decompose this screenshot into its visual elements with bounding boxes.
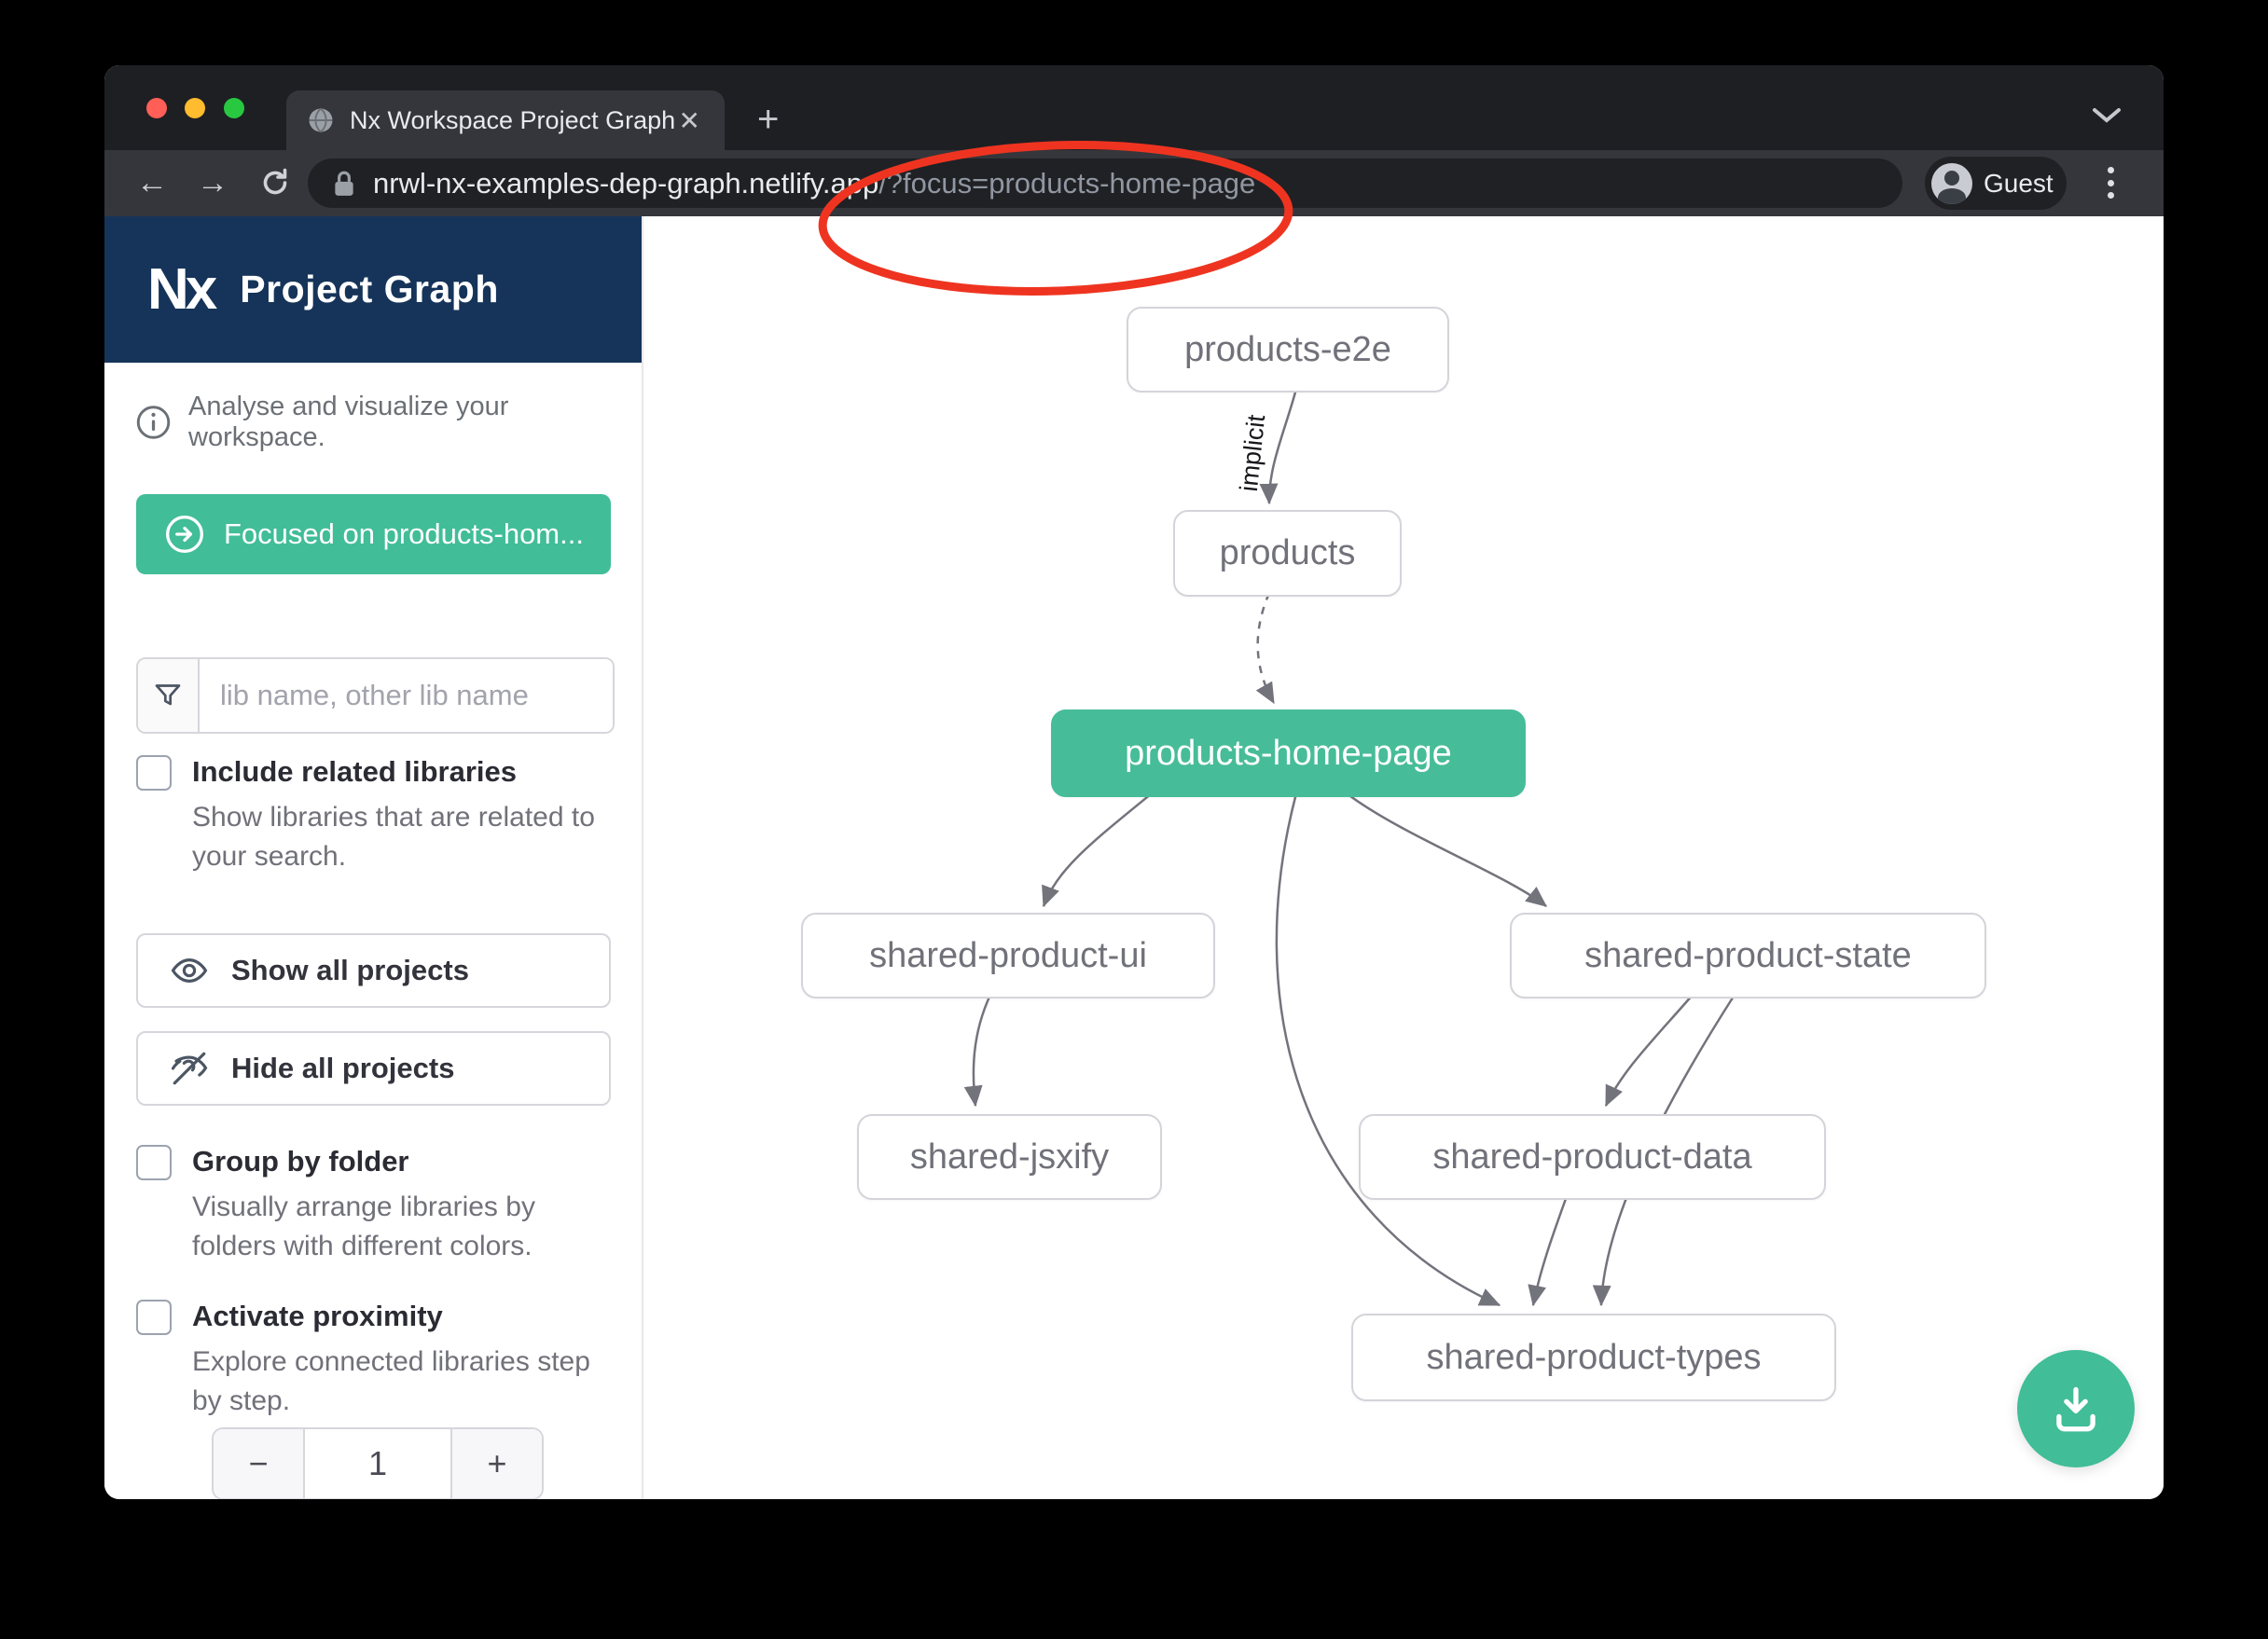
show-all-projects-label: Show all projects [231, 954, 469, 987]
filter-box [136, 657, 615, 734]
activate-proximity-description: Explore connected libraries step by step… [192, 1343, 602, 1422]
eye-off-icon [170, 1049, 209, 1088]
tagline: Analyse and visualize your workspace. [135, 392, 642, 453]
profile-label: Guest [1984, 169, 2054, 199]
url-host: nrwl-nx-examples-dep-graph.netlify.app [373, 167, 878, 200]
arrow-right-circle-icon [164, 514, 205, 555]
show-all-projects-button[interactable]: Show all projects [136, 933, 611, 1008]
browser-menu-button[interactable] [2106, 161, 2115, 204]
url-text: nrwl-nx-examples-dep-graph.netlify.app/?… [373, 167, 1255, 200]
node-products-e2e[interactable]: products-e2e [1127, 307, 1449, 393]
edge-e2e-products [1269, 389, 1296, 503]
group-by-folder-row: Group by folder Visually arrange librari… [136, 1145, 602, 1267]
node-shared-product-state[interactable]: shared-product-state [1510, 913, 1986, 999]
eye-icon [170, 951, 209, 990]
edge-label-implicit: implicit [1235, 413, 1271, 493]
node-shared-product-ui[interactable]: shared-product-ui [801, 913, 1215, 999]
include-related-row: Include related libraries Show libraries… [136, 755, 602, 877]
filter-input[interactable] [200, 659, 613, 732]
edge-state-data [1606, 995, 1693, 1106]
activate-proximity-checkbox[interactable] [136, 1300, 172, 1335]
proximity-stepper: − 1 + [212, 1427, 544, 1499]
graph-edges: implicit [643, 216, 2164, 1499]
page-title: Project Graph [240, 268, 499, 311]
node-shared-product-types[interactable]: shared-product-types [1351, 1314, 1836, 1401]
tagline-text: Analyse and visualize your workspace. [188, 392, 642, 453]
stepper-decrement-button[interactable]: − [214, 1429, 305, 1498]
sidebar: Nx Project Graph Analyse and visualize y… [104, 216, 643, 1499]
edge-homepage-state [1347, 793, 1546, 906]
include-related-checkbox[interactable] [136, 755, 172, 791]
edge-data-types [1533, 1196, 1567, 1305]
stepper-value: 1 [305, 1429, 450, 1498]
sidebar-header: Nx Project Graph [104, 216, 642, 363]
edge-homepage-ui [1044, 793, 1152, 906]
focused-on-button[interactable]: Focused on products-hom... [136, 494, 611, 574]
graph-canvas[interactable]: implicit products-e2e products products-… [643, 216, 2164, 1499]
focused-on-label: Focused on products-hom... [224, 517, 584, 551]
edge-homepage-types [1277, 793, 1500, 1305]
globe-icon [307, 106, 335, 134]
activate-proximity-label: Activate proximity [192, 1300, 602, 1333]
nx-logo: Nx [147, 256, 214, 323]
include-related-label: Include related libraries [192, 755, 602, 789]
group-by-folder-checkbox[interactable] [136, 1145, 172, 1180]
filter-icon-box [138, 659, 200, 732]
group-by-folder-label: Group by folder [192, 1145, 602, 1178]
group-by-folder-description: Visually arrange libraries by folders wi… [192, 1188, 602, 1267]
tab-title: Nx Workspace Project Graph [350, 106, 679, 135]
download-icon [2049, 1382, 2103, 1436]
profile-button[interactable]: Guest [1925, 157, 2067, 210]
stepper-increment-button[interactable]: + [450, 1429, 542, 1498]
node-products[interactable]: products [1173, 510, 1402, 597]
chevron-down-icon[interactable] [2091, 106, 2123, 125]
back-button[interactable]: ← [132, 163, 172, 202]
url-path: /?focus=products-home-page [878, 167, 1255, 200]
node-products-home-page[interactable]: products-home-page [1051, 709, 1526, 797]
zoom-window-button[interactable] [224, 98, 244, 118]
browser-toolbar: ← → nrwl-nx-examples-dep-graph.netlify.a… [104, 150, 2164, 216]
new-tab-button[interactable]: + [757, 103, 779, 136]
node-shared-jsxify[interactable]: shared-jsxify [857, 1114, 1162, 1200]
avatar [1931, 163, 1972, 204]
tab-close-icon[interactable]: ✕ [679, 105, 700, 136]
lock-icon [332, 170, 356, 198]
download-image-button[interactable] [2017, 1350, 2135, 1467]
edge-products-homepage [1258, 593, 1274, 703]
close-window-button[interactable] [146, 98, 167, 118]
minimize-window-button[interactable] [185, 98, 205, 118]
hide-all-projects-label: Hide all projects [231, 1052, 454, 1085]
include-related-description: Show libraries that are related to your … [192, 798, 602, 877]
node-shared-product-data[interactable]: shared-product-data [1359, 1114, 1826, 1200]
forward-button[interactable]: → [193, 163, 232, 202]
reload-button[interactable] [256, 163, 295, 202]
edge-ui-jsxify [974, 995, 990, 1106]
address-bar[interactable]: nrwl-nx-examples-dep-graph.netlify.app/?… [308, 158, 1902, 208]
tab-bar: Nx Workspace Project Graph ✕ + [104, 65, 2164, 150]
funnel-icon [151, 679, 185, 712]
browser-window: Nx Workspace Project Graph ✕ + ← → nrwl-… [104, 65, 2164, 1499]
info-icon [135, 404, 172, 441]
activate-proximity-row: Activate proximity Explore connected lib… [136, 1300, 602, 1422]
browser-tab[interactable]: Nx Workspace Project Graph ✕ [286, 90, 725, 150]
hide-all-projects-button[interactable]: Hide all projects [136, 1031, 611, 1106]
reload-icon [258, 166, 292, 200]
